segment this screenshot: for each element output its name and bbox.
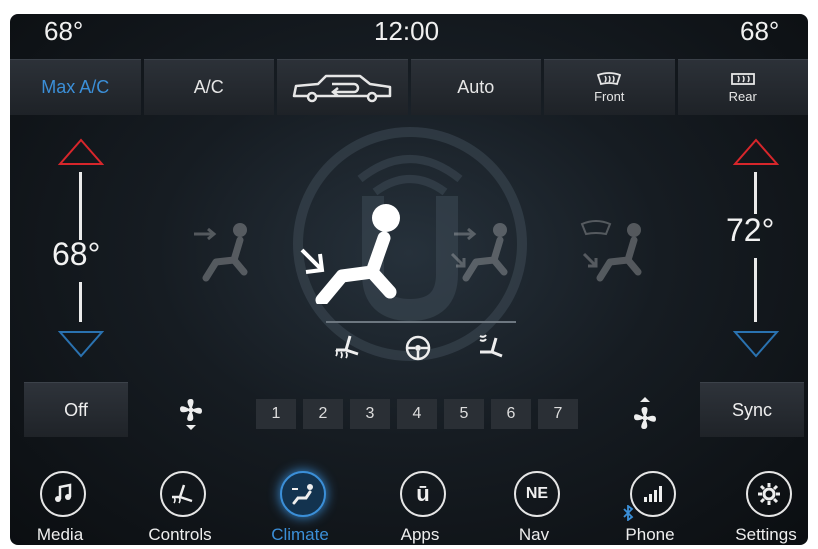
sync-button[interactable]: Sync <box>700 382 804 437</box>
nav-phone-label: Phone <box>625 525 675 544</box>
passenger-temp-down-arrow-icon[interactable] <box>733 330 779 358</box>
passenger-temp-line-top <box>754 172 757 214</box>
fan-increase-icon[interactable] <box>630 396 660 432</box>
airflow-bilevel-mode-icon[interactable] <box>450 220 514 282</box>
rear-label: Rear <box>728 88 757 104</box>
heated-seat-icon[interactable] <box>332 334 362 360</box>
passenger-temp-up-arrow-icon[interactable] <box>733 138 779 166</box>
climate-button-bar: Max A/C A/C Auto Front Rear <box>10 59 808 115</box>
heated-steering-wheel-icon[interactable] <box>404 334 432 362</box>
fan-decrease-icon[interactable] <box>176 397 206 431</box>
ac-label: A/C <box>193 77 224 97</box>
driver-temp: 68° <box>52 236 101 272</box>
nav-climate-label: Climate <box>271 525 329 544</box>
nav-media-label: Media <box>36 525 84 544</box>
nav-apps-label: Apps <box>400 525 440 544</box>
auto-button[interactable]: Auto <box>410 59 541 115</box>
gear-icon <box>746 471 792 517</box>
passenger-temp: 72° <box>726 212 775 248</box>
nav-settings-label: Settings <box>735 525 797 544</box>
apps-icon-glyph: ū <box>416 481 430 506</box>
climate-screen: 68° 12:00 68° Max A/C A/C Auto Front Rea… <box>10 14 808 545</box>
fan-speed-3[interactable]: 3 <box>350 399 390 429</box>
left-temp-status: 68° <box>44 16 84 46</box>
phone-signal-icon <box>630 471 676 517</box>
front-label: Front <box>594 88 625 104</box>
driver-temp-line-bottom <box>79 282 82 322</box>
music-note-icon <box>40 471 86 517</box>
airflow-panel-mode-icon[interactable] <box>190 220 254 282</box>
recirculation-button[interactable] <box>277 59 408 115</box>
max-ac-label: Max A/C <box>41 77 110 97</box>
airflow-defrost-floor-mode-icon[interactable] <box>578 218 648 284</box>
rear-defrost-icon <box>730 72 755 85</box>
front-defrost-icon <box>597 71 622 85</box>
bluetooth-icon <box>623 505 634 521</box>
fan-speed-7[interactable]: 7 <box>538 399 578 429</box>
ac-button[interactable]: A/C <box>143 59 274 115</box>
recirculation-car-icon <box>293 74 392 102</box>
seat-controls-icon <box>160 471 206 517</box>
front-defrost-button[interactable]: Front <box>544 59 675 115</box>
climate-icon <box>280 471 326 517</box>
driver-temp-down-arrow-icon[interactable] <box>58 330 104 358</box>
fan-speed-6[interactable]: 6 <box>491 399 531 429</box>
apps-icon: ū <box>400 471 446 517</box>
airflow-floor-mode-icon[interactable] <box>292 200 408 304</box>
clock: 12:00 <box>374 16 440 46</box>
fan-speed-4[interactable]: 4 <box>397 399 437 429</box>
rear-defrost-button[interactable]: Rear <box>677 59 808 115</box>
sync-label: Sync <box>731 399 773 420</box>
fan-speed-5[interactable]: 5 <box>444 399 484 429</box>
driver-temp-up-arrow-icon[interactable] <box>58 138 104 166</box>
ventilated-seat-icon[interactable] <box>474 332 504 360</box>
seat-controls-divider <box>326 321 516 323</box>
compass-heading: NE <box>525 485 549 502</box>
driver-temp-line-top <box>79 172 82 240</box>
nav-controls-label: Controls <box>148 525 212 544</box>
compass-icon: NE <box>514 471 560 517</box>
fan-speed-1[interactable]: 1 <box>256 399 296 429</box>
passenger-temp-line-bottom <box>754 258 757 322</box>
fan-speed-2[interactable]: 2 <box>303 399 343 429</box>
off-button[interactable]: Off <box>24 382 128 437</box>
right-temp-status: 68° <box>740 16 780 46</box>
auto-label: Auto <box>457 77 495 97</box>
max-ac-button[interactable]: Max A/C <box>10 59 141 115</box>
nav-nav-label: Nav <box>518 525 550 544</box>
off-label: Off <box>64 399 88 420</box>
